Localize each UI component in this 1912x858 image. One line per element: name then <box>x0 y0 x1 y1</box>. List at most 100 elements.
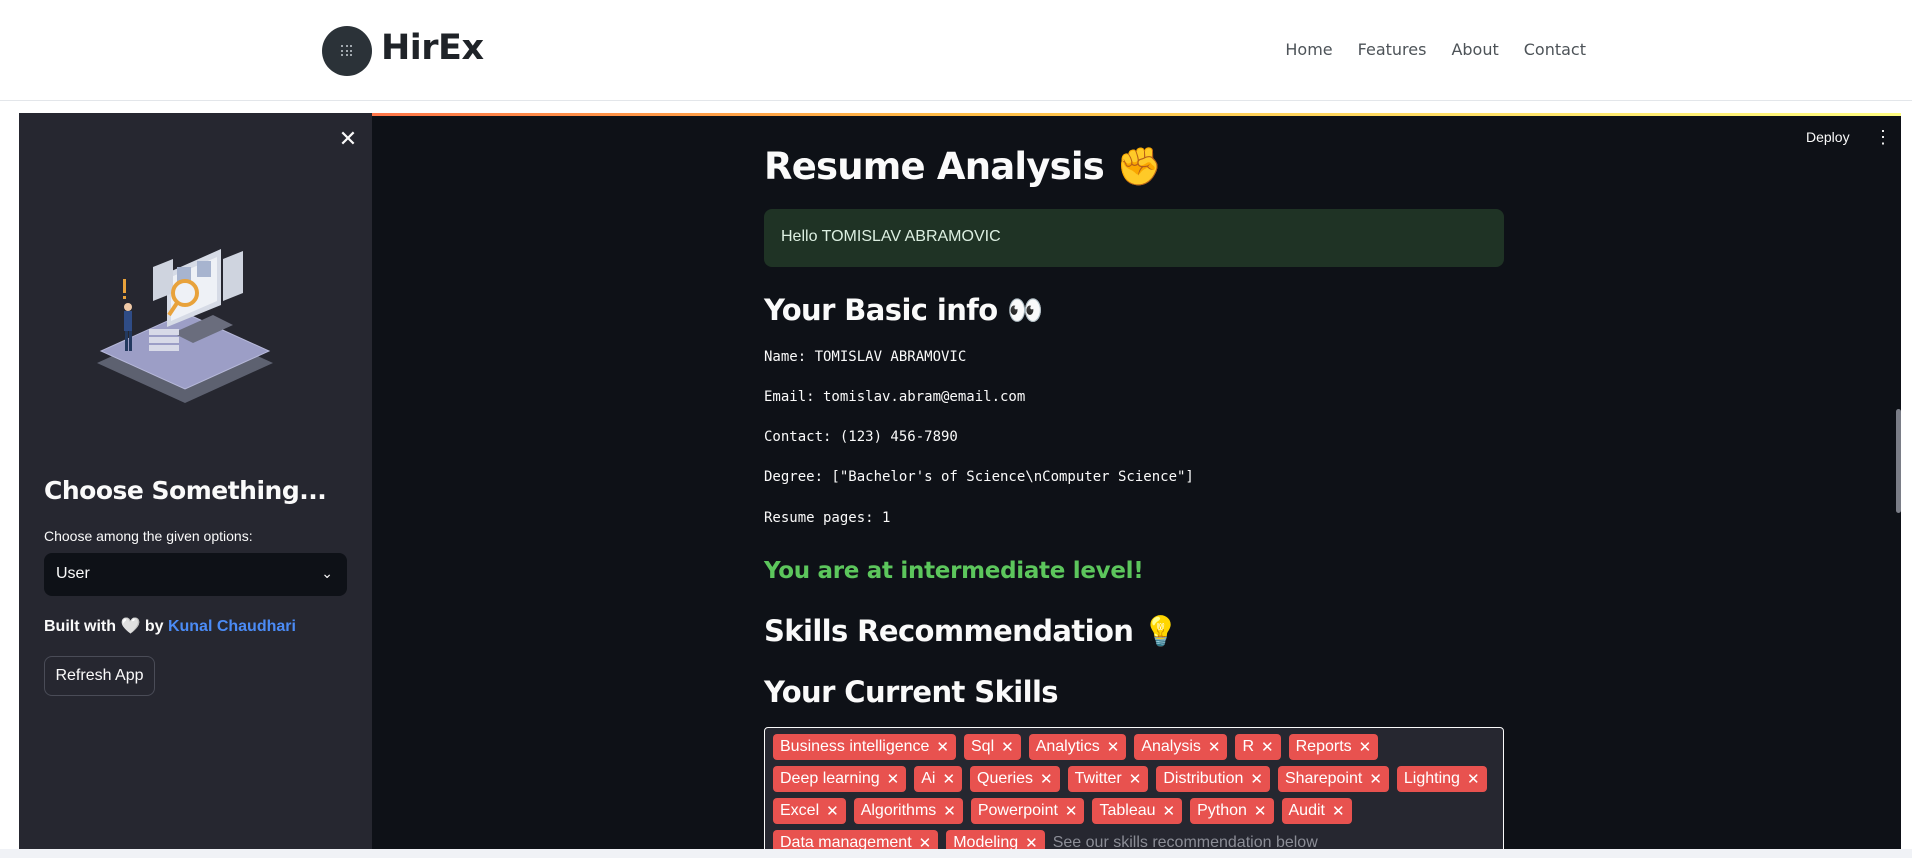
skill-tag: Twitter ✕ <box>1067 766 1149 792</box>
skill-tag-label: Twitter <box>1074 770 1122 787</box>
skill-tag-label: Distribution <box>1163 770 1244 787</box>
skill-tag: Distribution ✕ <box>1156 766 1270 792</box>
nav-links: Home Features About Contact <box>1285 40 1586 59</box>
remove-tag-icon[interactable]: ✕ <box>919 836 932 850</box>
remove-tag-icon[interactable]: ✕ <box>1040 772 1053 787</box>
streamlit-app: ✕ Choose Something... Choose among the g… <box>19 113 1901 849</box>
remove-tag-icon[interactable]: ✕ <box>1025 836 1038 850</box>
remove-tag-icon[interactable]: ✕ <box>1332 804 1345 819</box>
select-value: User <box>56 565 90 582</box>
top-navbar: HirEx Home Features About Contact <box>0 0 1912 101</box>
skills-recommendation-heading: Skills Recommendation 💡 <box>764 614 1179 648</box>
skill-tag: Analysis ✕ <box>1134 734 1228 760</box>
nav-link-contact[interactable]: Contact <box>1524 40 1586 59</box>
built-with-credit: Built with 🤍 by Kunal Chaudhari <box>44 616 296 636</box>
remove-tag-icon[interactable]: ✕ <box>943 804 956 819</box>
sidebar: ✕ Choose Something... Choose among the g… <box>19 113 372 849</box>
skill-tag-label: Audit <box>1288 802 1325 819</box>
built-with-prefix: Built with <box>44 618 116 635</box>
skill-tag-label: Data management <box>780 834 912 849</box>
remove-tag-icon[interactable]: ✕ <box>1065 804 1078 819</box>
skill-tag-label: Analytics <box>1035 738 1100 755</box>
nav-link-about[interactable]: About <box>1451 40 1498 59</box>
skill-tag: Sharepoint ✕ <box>1277 766 1389 792</box>
skill-tag: Lighting ✕ <box>1396 766 1487 792</box>
eyes-emoji-icon: 👀 <box>1007 293 1043 327</box>
level-message: You are at intermediate level! <box>764 558 1144 584</box>
skill-tag: Deep learning ✕ <box>773 766 907 792</box>
kebab-menu-icon[interactable]: ⋮ <box>1874 127 1892 147</box>
remove-tag-icon[interactable]: ✕ <box>1163 804 1176 819</box>
page-bottom <box>0 849 1912 858</box>
remove-tag-icon[interactable]: ✕ <box>1250 772 1263 787</box>
remove-tag-icon[interactable]: ✕ <box>826 804 839 819</box>
remove-tag-icon[interactable]: ✕ <box>1369 772 1382 787</box>
lightbulb-emoji-icon: 💡 <box>1142 614 1179 648</box>
skill-tag: Ai ✕ <box>914 766 963 792</box>
skill-tag: Excel ✕ <box>773 798 846 824</box>
skill-tag-label: Queries <box>977 770 1034 787</box>
skill-tag: Data management ✕ <box>773 830 939 850</box>
deploy-button[interactable]: Deploy <box>1806 129 1850 145</box>
skill-tag: Python ✕ <box>1190 798 1274 824</box>
sidebar-heading: Choose Something... <box>44 476 327 505</box>
built-with-by: by <box>144 618 164 635</box>
info-name: Name: TOMISLAV ABRAMOVIC <box>764 349 967 365</box>
resume-analysis-illustration <box>97 249 273 403</box>
skill-tag: Audit ✕ <box>1281 798 1352 824</box>
skill-tags: Business intelligence ✕ Sql ✕ Analytics ✕ Anal… <box>773 734 1495 849</box>
skill-tag-label: Lighting <box>1403 770 1460 787</box>
brand-name[interactable]: HirEx <box>381 28 484 68</box>
remove-tag-icon[interactable]: ✕ <box>1001 740 1014 755</box>
heart-icon: 🤍 <box>120 618 141 635</box>
skill-tag-label: Sql <box>971 738 995 755</box>
skill-tag-label: R <box>1242 738 1255 755</box>
skills-input-placeholder[interactable]: See our skills recommendation below <box>1053 830 1318 849</box>
user-type-select[interactable]: User ⌄ <box>44 553 347 596</box>
logo-icon[interactable] <box>322 26 372 76</box>
page-title: Resume Analysis ✊ <box>764 145 1162 188</box>
skill-tag: Sql ✕ <box>964 734 1021 760</box>
info-contact: Contact: (123) 456-7890 <box>764 429 958 445</box>
remove-tag-icon[interactable]: ✕ <box>936 740 949 755</box>
skill-tag-label: Analysis <box>1141 738 1201 755</box>
skill-tag-label: Python <box>1197 802 1247 819</box>
skill-tag-label: Ai <box>921 770 936 787</box>
info-email: Email: tomislav.abram@email.com <box>764 389 1026 405</box>
remove-tag-icon[interactable]: ✕ <box>1208 740 1221 755</box>
greeting-alert: Hello TOMISLAV ABRAMOVIC <box>764 209 1504 267</box>
remove-tag-icon[interactable]: ✕ <box>942 772 955 787</box>
skill-tag: Powerpoint ✕ <box>970 798 1085 824</box>
skill-tag-label: Sharepoint <box>1284 770 1363 787</box>
remove-tag-icon[interactable]: ✕ <box>1467 772 1480 787</box>
remove-tag-icon[interactable]: ✕ <box>1261 740 1274 755</box>
skill-tag-label: Reports <box>1295 738 1352 755</box>
skill-tag-label: Excel <box>780 802 820 819</box>
remove-tag-icon[interactable]: ✕ <box>1359 740 1372 755</box>
skill-tag: Modeling ✕ <box>946 830 1045 849</box>
info-pages: Resume pages: 1 <box>764 510 891 526</box>
skill-tag: Analytics ✕ <box>1028 734 1127 760</box>
refresh-app-button[interactable]: Refresh App <box>44 656 155 696</box>
skill-tag: Algorithms ✕ <box>853 798 963 824</box>
skill-tag: Tableau ✕ <box>1092 798 1183 824</box>
nav-link-home[interactable]: Home <box>1285 40 1332 59</box>
skill-tag-label: Tableau <box>1099 802 1156 819</box>
author-link[interactable]: Kunal Chaudhari <box>168 618 296 635</box>
remove-tag-icon[interactable]: ✕ <box>887 772 900 787</box>
basic-info-heading: Your Basic info 👀 <box>764 293 1043 327</box>
close-icon[interactable]: ✕ <box>338 128 358 150</box>
scrollbar[interactable] <box>1896 409 1901 513</box>
skill-tag-label: Business intelligence <box>780 738 930 755</box>
skill-tag: R ✕ <box>1235 734 1281 760</box>
skill-tag-label: Powerpoint <box>977 802 1058 819</box>
skill-tag-label: Modeling <box>953 834 1019 849</box>
remove-tag-icon[interactable]: ✕ <box>1107 740 1120 755</box>
skill-tag-label: Algorithms <box>860 802 937 819</box>
skills-tag-input[interactable]: Business intelligence ✕ Sql ✕ Analytics ✕ Anal… <box>764 727 1504 849</box>
nav-link-features[interactable]: Features <box>1358 40 1427 59</box>
skill-tag: Queries ✕ <box>970 766 1060 792</box>
select-label: Choose among the given options: <box>44 528 253 544</box>
remove-tag-icon[interactable]: ✕ <box>1129 772 1142 787</box>
remove-tag-icon[interactable]: ✕ <box>1254 804 1267 819</box>
